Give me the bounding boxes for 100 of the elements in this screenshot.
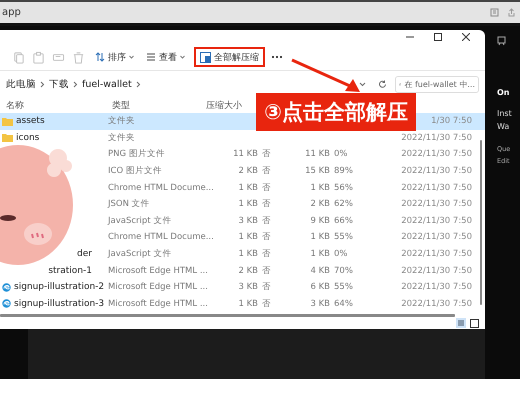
file-name: assets	[16, 116, 45, 126]
type: PNG 图片文件	[108, 148, 166, 160]
date: 2022/11/30 7:50	[400, 232, 473, 242]
file-name: icons	[16, 132, 40, 143]
compressed-size: 1 KB	[237, 199, 259, 210]
sort-icon	[95, 52, 105, 62]
size: 1 KB	[309, 249, 331, 260]
date: 2022/11/30 7:50	[400, 249, 473, 260]
date: 2022/11/30 7:50	[400, 266, 473, 276]
scrollbar[interactable]	[480, 140, 482, 305]
column-header[interactable]: 类型	[112, 98, 130, 112]
password: 否	[262, 214, 272, 227]
password: 否	[262, 182, 272, 194]
ratio: 70%	[334, 266, 354, 276]
type: JavaScript 文件	[108, 248, 172, 260]
tiles-view-icon[interactable]	[470, 318, 479, 328]
date: 2022/11/30 7:50	[400, 282, 473, 292]
size: 1 KB	[309, 232, 331, 242]
panel-text: Inst	[497, 109, 513, 118]
type: Microsoft Edge HTML ...	[108, 298, 209, 309]
compressed-size: 3 KB	[237, 282, 259, 292]
panel-text: Wa	[497, 122, 510, 131]
compressed-size: 2 KB	[237, 266, 259, 276]
callout-tooltip: ③点击全部解压	[256, 93, 416, 131]
ratio: 66%	[334, 216, 354, 226]
panel-heading: On	[497, 88, 510, 97]
type: Chrome HTML Docume...	[108, 232, 215, 242]
type: Chrome HTML Docume...	[108, 182, 215, 193]
file-row[interactable]: signup-illustration-3 Microsoft Edge HTML ... 1 KB 否 3 KB 64% 2022/11/30 7:50	[0, 296, 485, 312]
reader-icon[interactable]	[490, 8, 499, 17]
scrollbar[interactable]	[0, 314, 455, 318]
folder-icon	[2, 116, 13, 126]
page-title: app	[2, 7, 22, 18]
size: 9 KB	[309, 216, 331, 226]
folder-icon	[2, 133, 13, 142]
compressed-size: 1 KB	[237, 182, 259, 193]
chevron-icon	[40, 80, 45, 88]
panel-icon[interactable]	[497, 36, 506, 46]
column-header[interactable]: 名称	[6, 98, 24, 112]
details-view-icon[interactable]	[456, 318, 466, 328]
type: JSON 文件	[108, 198, 151, 210]
dropdown-icon[interactable]	[359, 82, 366, 86]
search-field[interactable]: 在 fuel-wallet 中...	[395, 76, 479, 92]
compressed-size: 11 KB	[232, 149, 259, 160]
close-button[interactable]	[461, 32, 471, 42]
file-row[interactable]: signup-illustration-2 Microsoft Edge HTML ... 3 KB 否 6 KB 55% 2022/11/30 7:50	[0, 278, 485, 296]
maximize-button[interactable]	[433, 32, 443, 42]
minimize-icon	[406, 36, 414, 38]
password: 否	[262, 231, 272, 244]
breadcrumb-item[interactable]: 此电脑	[6, 78, 36, 90]
type: 文件夹	[108, 132, 136, 144]
password: 否	[262, 281, 272, 294]
view-button[interactable]: 查看	[143, 50, 188, 64]
password: 否	[262, 148, 272, 160]
password: 否	[262, 198, 272, 210]
date: 2022/11/30 7:50	[400, 166, 473, 176]
file-name: signup-illustration-2	[14, 282, 104, 292]
sort-button[interactable]: 排序	[92, 50, 137, 64]
size: 6 KB	[309, 282, 331, 292]
password: 否	[262, 264, 272, 277]
size: 1 KB	[309, 182, 331, 193]
password: 否	[262, 298, 272, 310]
date: 2022/11/30 7:50	[400, 298, 473, 309]
chevron-icon	[136, 80, 141, 88]
archive-icon	[200, 52, 211, 62]
size: 2 KB	[309, 199, 331, 210]
ratio: 0%	[334, 149, 348, 160]
more-icon[interactable]	[271, 55, 283, 59]
callout-arrow	[290, 58, 362, 94]
file-row[interactable]: icons 文件夹 2022/11/30 7:50	[0, 130, 485, 146]
file-name: stration-1	[48, 266, 92, 276]
file-row[interactable]: stration-1 Microsoft Edge HTML ... 2 KB 否 4 KB 70% 2022/11/30 7:50	[0, 262, 485, 279]
file-name: der	[77, 249, 92, 260]
ratio: 0%	[334, 249, 348, 260]
type: Microsoft Edge HTML ...	[108, 266, 209, 276]
type: Microsoft Edge HTML ...	[108, 282, 209, 292]
compressed-size: 2 KB	[237, 166, 259, 176]
ratio: 56%	[334, 182, 354, 193]
date: 2022/11/30 7:50	[400, 199, 473, 210]
size: 15 KB	[304, 166, 331, 176]
ratio: 62%	[334, 199, 354, 210]
maximize-icon	[434, 33, 442, 41]
ratio: 55%	[334, 232, 354, 242]
breadcrumb-item[interactable]: fuel-wallet	[82, 78, 132, 90]
compressed-size: 1 KB	[237, 232, 259, 242]
size: 3 KB	[309, 298, 331, 309]
extract-all-button[interactable]: 全部解压缩	[194, 47, 265, 67]
ratio: 64%	[334, 298, 354, 309]
column-header[interactable]: 压缩大小	[206, 98, 242, 112]
date: 1/30 7:50	[430, 116, 473, 126]
date: 2022/11/30 7:50	[400, 149, 473, 160]
type: ICO 图片文件	[108, 165, 163, 178]
list-icon	[146, 52, 156, 62]
breadcrumb-item[interactable]: 下载	[49, 78, 69, 90]
type: 文件夹	[108, 115, 136, 128]
compressed-size: 3 KB	[237, 216, 259, 226]
type: JavaScript 文件	[108, 214, 172, 227]
password: 否	[262, 165, 272, 178]
refresh-icon[interactable]	[378, 80, 387, 88]
date: 2022/11/30 7:50	[400, 216, 473, 226]
